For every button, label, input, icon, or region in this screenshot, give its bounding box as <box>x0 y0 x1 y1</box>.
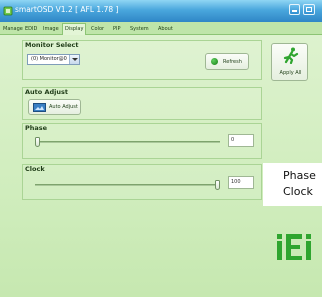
clock-group <box>22 164 262 200</box>
refresh-button-label: Refresh <box>223 59 242 65</box>
tab-system[interactable]: System <box>130 25 149 35</box>
phase-value-box[interactable]: 0 <box>228 134 254 147</box>
tab-manage[interactable]: Manage <box>3 25 23 35</box>
apply-all-button[interactable]: Apply All <box>271 43 308 81</box>
monitor-select-dropdown[interactable]: (0) Monitor@0 <box>27 54 80 65</box>
monitor-select-label: Monitor Select <box>25 41 79 49</box>
phase-label: Phase <box>25 124 48 132</box>
tab-about[interactable]: About <box>158 25 173 35</box>
tab-pip[interactable]: PIP <box>113 25 121 35</box>
chevron-down-icon[interactable] <box>69 55 79 64</box>
running-man-icon <box>283 47 299 64</box>
title-bar: smartOSD V1.2 [ AFL 1.78 ] <box>0 0 322 22</box>
clock-label: Clock <box>25 165 45 173</box>
clock-slider-track[interactable] <box>35 184 220 186</box>
auto-adjust-button-label: Auto Adjust <box>49 104 78 110</box>
app-icon <box>3 6 13 16</box>
tab-color[interactable]: Color <box>91 25 104 35</box>
phase-slider-thumb[interactable] <box>35 137 40 147</box>
monitor-select-value: (0) Monitor@0 <box>31 56 67 62</box>
clock-value-box[interactable]: 100 <box>228 176 254 189</box>
minimize-icon[interactable] <box>289 4 300 15</box>
callout-phase: Phase <box>283 169 316 182</box>
auto-adjust-label: Auto Adjust <box>25 88 69 96</box>
refresh-icon <box>211 58 218 65</box>
maximize-icon[interactable] <box>303 4 315 15</box>
auto-adjust-button[interactable]: Auto Adjust <box>28 99 81 115</box>
clock-value: 100 <box>231 179 241 185</box>
tab-image[interactable]: Image <box>43 25 59 35</box>
iei-logo <box>277 234 311 260</box>
refresh-button[interactable]: Refresh <box>205 53 249 70</box>
tab-strip: Manage EDID Image Display Color PIP Syst… <box>0 22 322 35</box>
callout-box: Phase Clock <box>263 163 322 206</box>
app-window: smartOSD V1.2 [ AFL 1.78 ] Manage EDID I… <box>0 0 322 297</box>
monitor-icon <box>33 103 46 112</box>
tab-display[interactable]: Display <box>62 23 87 35</box>
phase-slider-track[interactable] <box>35 141 220 143</box>
tab-edid[interactable]: EDID <box>25 25 37 35</box>
apply-all-label: Apply All <box>279 70 302 76</box>
phase-value: 0 <box>231 137 235 143</box>
callout-clock: Clock <box>283 185 313 198</box>
clock-slider-thumb[interactable] <box>215 180 220 190</box>
window-title: smartOSD V1.2 [ AFL 1.78 ] <box>15 5 119 14</box>
